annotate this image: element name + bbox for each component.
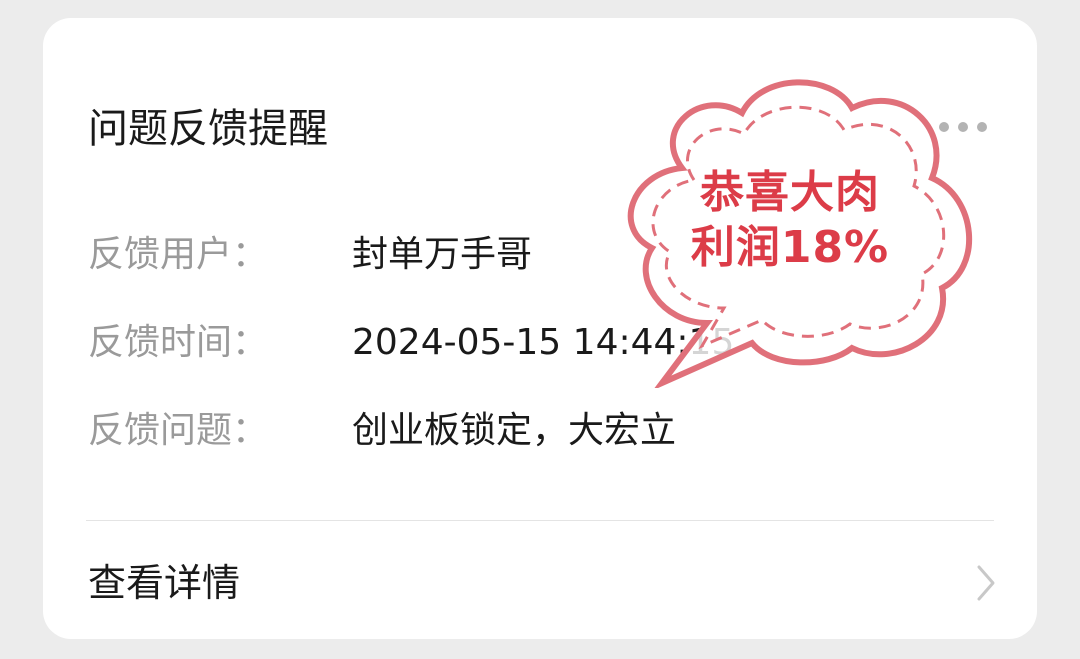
- card-title: 问题反馈提醒: [88, 106, 328, 152]
- field-value-issue: 创业板锁定，大宏立: [352, 410, 677, 451]
- field-label-issue: 反馈问题：: [88, 410, 269, 451]
- field-label-user: 反馈用户：: [88, 234, 269, 275]
- field-label-time: 反馈时间：: [88, 322, 269, 363]
- view-details-row[interactable]: 查看详情: [43, 533, 1037, 633]
- stamp-line-1: 恭喜大肉: [700, 167, 880, 218]
- field-value-user: 封单万手哥: [352, 234, 533, 275]
- divider: [86, 520, 994, 521]
- chevron-right-icon: [977, 565, 995, 601]
- stamp-text: 恭喜大肉 利润18%: [675, 165, 905, 275]
- view-details-label: 查看详情: [88, 561, 241, 605]
- stamp-line-2: 利润18%: [690, 222, 890, 273]
- field-row-issue: 反馈问题： 创业板锁定，大宏立: [88, 408, 988, 454]
